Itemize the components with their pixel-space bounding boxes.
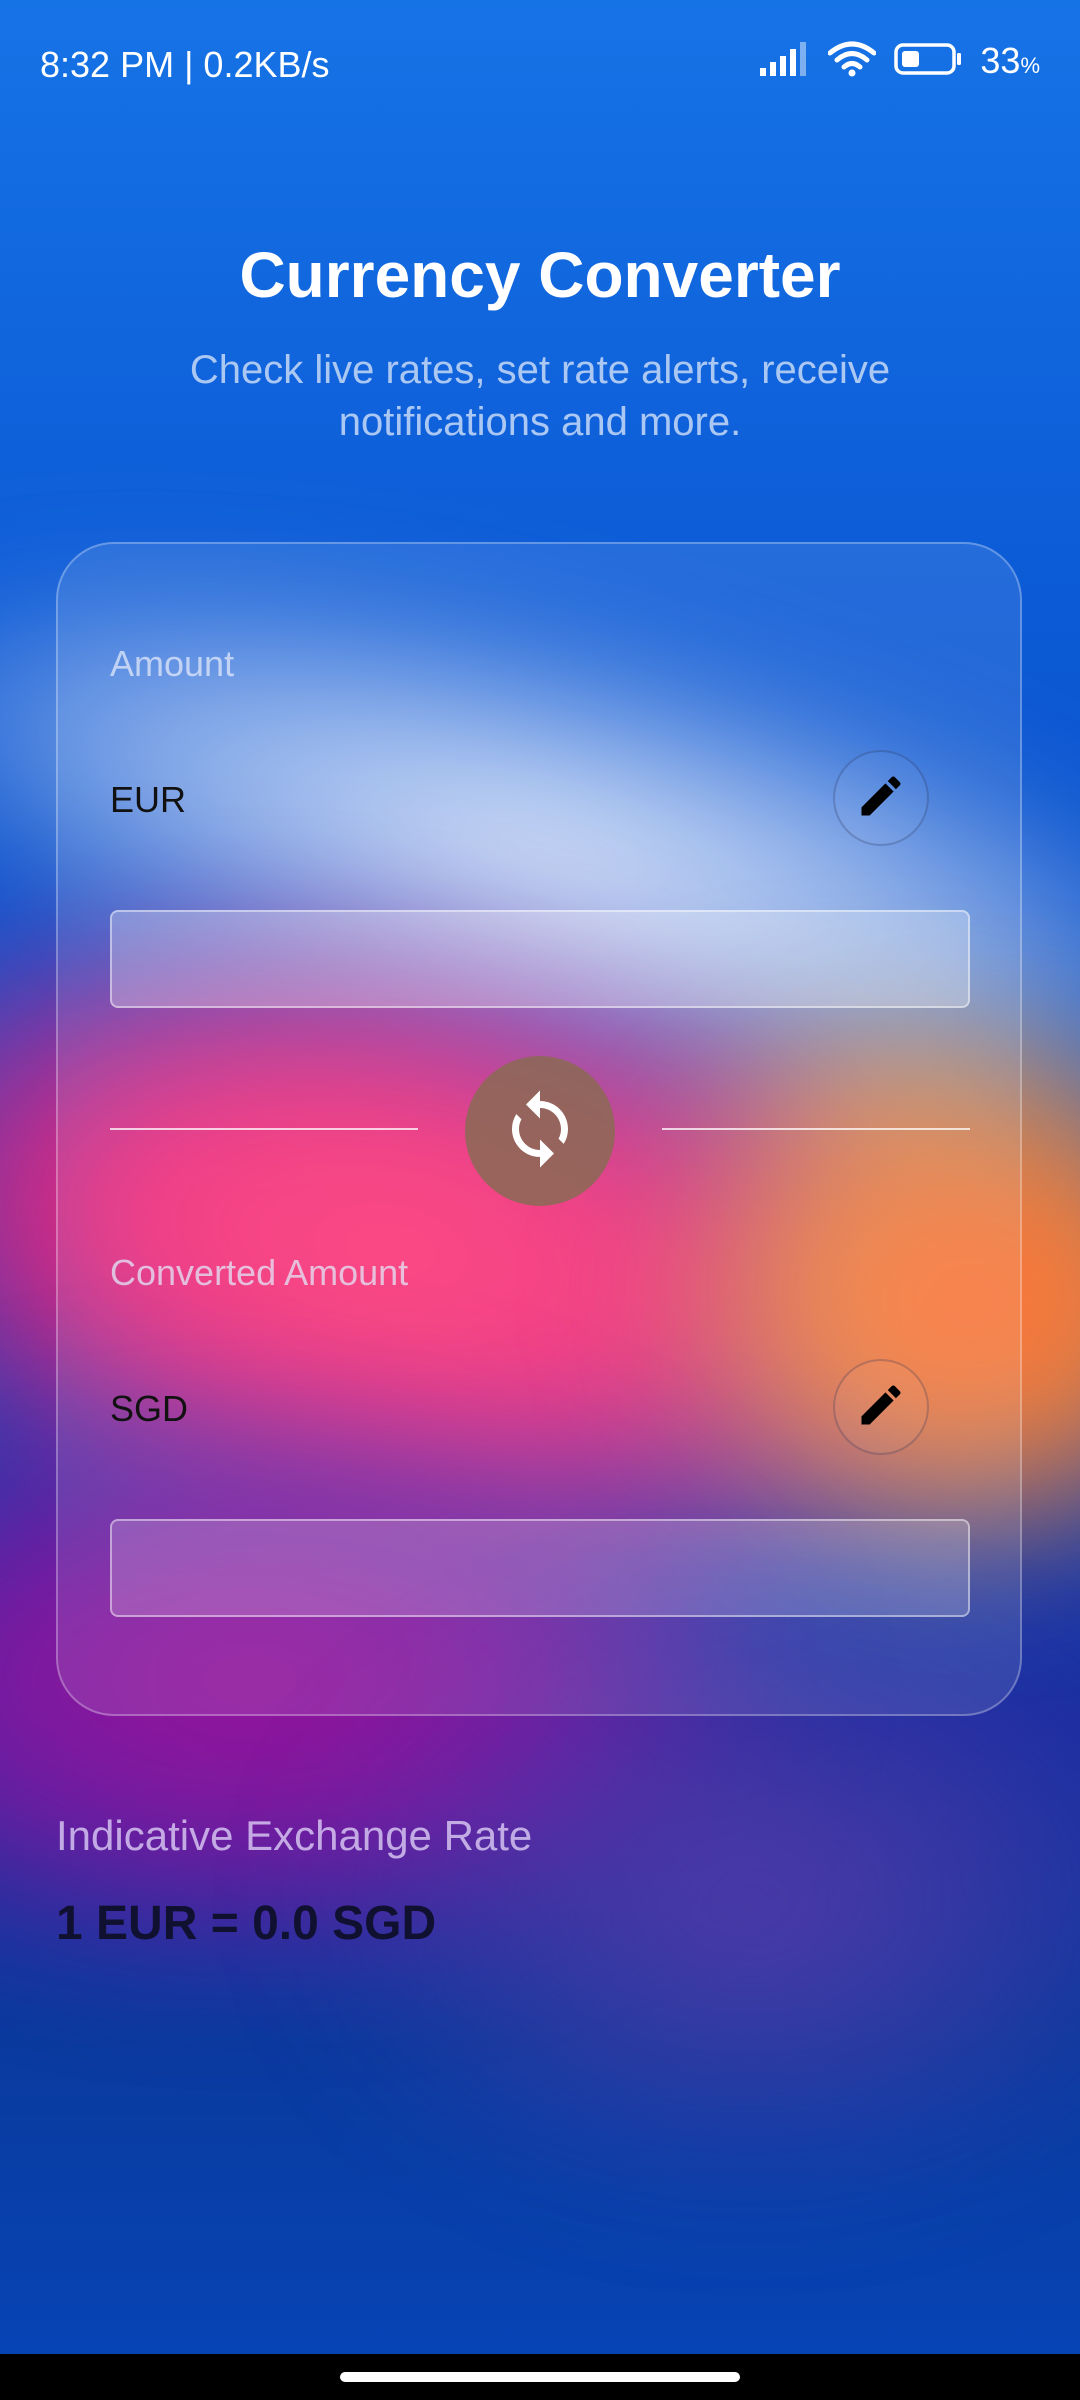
pencil-icon [855,770,907,827]
screen: 8:32 PM | 0.2KB/s 33% Currency Converter… [0,0,1080,2400]
battery-percent-unit: % [1020,53,1040,78]
page-title: Currency Converter [239,239,841,311]
amount-input-box[interactable] [110,910,970,1008]
signal-icon [760,41,810,81]
from-currency-code: EUR [110,779,187,820]
exchange-rate-label: Indicative Exchange Rate [56,1812,533,1859]
swap-divider-left [110,1128,418,1130]
amount-label: Amount [110,643,235,684]
status-icons: 33% [760,40,1040,82]
amount-input[interactable] [112,912,968,1006]
swap-divider-right [662,1128,970,1130]
page-subtitle: Check live rates, set rate alerts, recei… [189,348,891,444]
wifi-icon [827,41,877,82]
exchange-rate-value: 1 EUR = 0.0 SGD [56,1897,437,1950]
battery-icon [894,42,962,81]
status-time-speed: 8:32 PM | 0.2KB/s [40,44,330,85]
battery-percentage: 33% [980,40,1040,82]
home-indicator[interactable] [340,2372,740,2382]
status-bar: 8:32 PM | 0.2KB/s 33% [0,0,1080,130]
edit-from-currency-button[interactable] [833,750,929,846]
edit-to-currency-button[interactable] [833,1359,929,1455]
converted-amount-label: Converted Amount [110,1252,409,1293]
swap-arrows-icon [498,1087,582,1176]
converted-amount-input[interactable] [112,1521,968,1615]
converted-amount-input-box[interactable] [110,1519,970,1617]
battery-percent-value: 33 [980,40,1021,81]
to-currency-code: SGD [110,1388,189,1429]
swap-currencies-button[interactable] [465,1056,615,1206]
pencil-icon [855,1379,907,1436]
